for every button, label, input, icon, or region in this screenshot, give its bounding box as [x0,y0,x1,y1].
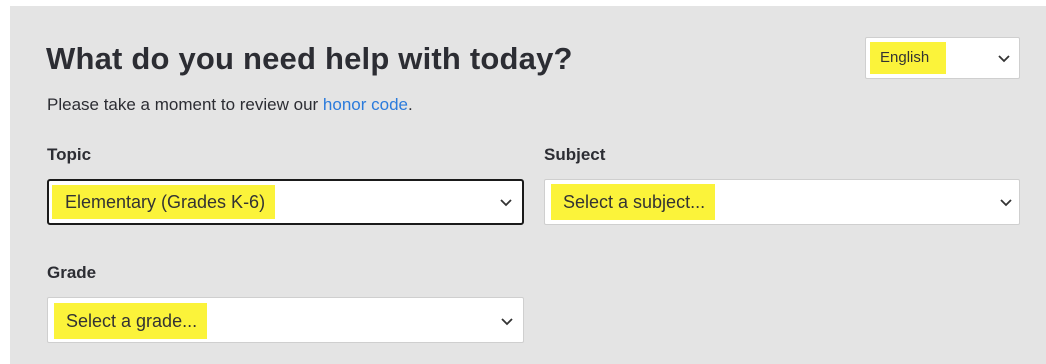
honor-code-link[interactable]: honor code [323,95,408,114]
language-select[interactable]: English [865,37,1020,79]
grade-label: Grade [47,263,97,282]
topic-label: Topic [47,145,92,164]
language-selected-value: English [870,42,946,74]
subject-label: Subject [544,145,606,164]
subject-placeholder: Select a subject... [551,184,716,220]
chevron-down-icon [997,54,1011,64]
intro-text: Please take a moment to review our [47,95,323,114]
chevron-down-icon [500,317,514,327]
page-title: What do you need help with today? [46,41,573,76]
intro-period: . [408,95,413,114]
chevron-down-icon [999,198,1013,208]
honor-code-notice: Please take a moment to review our honor… [47,93,413,117]
subject-select[interactable]: Select a subject... [544,179,1020,225]
topic-selected-value: Elementary (Grades K-6) [52,185,276,219]
grade-placeholder: Select a grade... [54,303,208,339]
help-request-panel: What do you need help with today? Englis… [10,6,1046,364]
chevron-down-icon [499,198,513,208]
grade-select[interactable]: Select a grade... [47,297,524,343]
topic-select[interactable]: Elementary (Grades K-6) [47,179,524,225]
